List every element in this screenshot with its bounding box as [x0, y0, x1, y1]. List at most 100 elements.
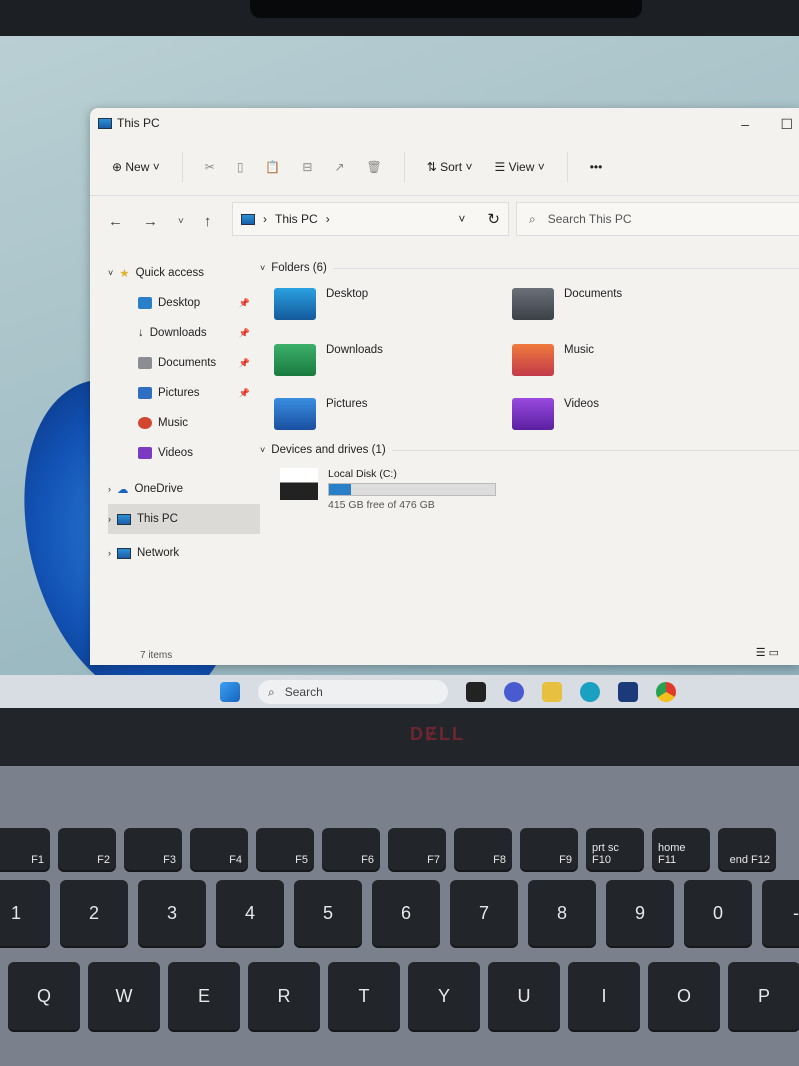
nav-label: Downloads — [149, 327, 207, 339]
key-f2[interactable]: F2 — [58, 828, 116, 870]
new-button[interactable]: ⊕ New ˅ — [112, 160, 160, 174]
key-q[interactable]: Q — [8, 962, 80, 1030]
key-8[interactable]: 8 — [528, 880, 596, 946]
key-1[interactable]: 1 — [0, 880, 50, 946]
share-icon[interactable]: ↗ — [334, 160, 344, 174]
nav-item-network[interactable]: › Network — [108, 538, 260, 568]
key-f7[interactable]: F7 — [388, 828, 446, 870]
key-f9[interactable]: F9 — [520, 828, 578, 870]
key-4[interactable]: 4 — [216, 880, 284, 946]
desktop-folder-icon — [274, 288, 316, 320]
window-title: This PC — [117, 116, 160, 130]
key-e[interactable]: E — [168, 962, 240, 1030]
more-options-button[interactable]: ••• — [590, 160, 603, 174]
file-explorer-icon[interactable] — [542, 682, 562, 702]
folder-desktop[interactable]: Desktop — [274, 288, 368, 320]
nav-label: OneDrive — [134, 483, 184, 495]
nav-item-music[interactable]: Music — [108, 408, 260, 438]
nav-label: Videos — [158, 447, 193, 459]
nav-item-videos[interactable]: Videos — [108, 438, 260, 468]
key-f1[interactable]: F1 — [0, 828, 50, 870]
nav-item-desktop[interactable]: Desktop 📌 — [108, 288, 260, 318]
folder-videos[interactable]: Videos — [512, 398, 599, 430]
key--[interactable]: - — [762, 880, 799, 946]
key-home-f11[interactable]: home F11 — [652, 828, 710, 870]
folder-label: Videos — [564, 398, 599, 410]
chrome-icon[interactable] — [656, 682, 676, 702]
view-button[interactable]: ☰ View ˅ — [494, 160, 544, 174]
key-5[interactable]: 5 — [294, 880, 362, 946]
key-2[interactable]: 2 — [60, 880, 128, 946]
key-prt-sc-f10[interactable]: prt sc F10 — [586, 828, 644, 870]
sort-button[interactable]: ⇅ Sort ˅ — [427, 160, 473, 174]
paste-icon[interactable]: 📋 — [265, 160, 280, 174]
drive-free-space: 415 GB free of 476 GB — [328, 499, 435, 511]
divider — [181, 151, 183, 182]
drives-group-header[interactable]: ˅ Devices and drives (1) — [260, 444, 799, 456]
key-f4[interactable]: F4 — [190, 828, 248, 870]
breadcrumb-this-pc[interactable]: This PC — [275, 212, 318, 226]
key-w[interactable]: W — [88, 962, 160, 1030]
chevron-down-icon[interactable]: ˅ — [458, 212, 465, 226]
maximize-button[interactable]: ☐ — [780, 116, 793, 133]
back-icon[interactable]: ← — [108, 213, 123, 230]
nav-item-this-pc[interactable]: › This PC — [108, 504, 260, 534]
taskbar-search[interactable]: ⌕ Search — [258, 680, 448, 704]
minimize-button[interactable]: – — [741, 116, 749, 132]
key-f6[interactable]: F6 — [322, 828, 380, 870]
cut-icon[interactable]: ✂ — [205, 160, 215, 174]
this-pc-icon — [241, 213, 255, 225]
folder-documents[interactable]: Documents — [512, 288, 622, 320]
start-icon[interactable] — [220, 682, 240, 702]
laptop-top-bezel — [0, 0, 799, 36]
key-u[interactable]: U — [488, 962, 560, 1030]
nav-item-downloads[interactable]: ↓ Downloads 📌 — [108, 318, 260, 348]
folder-pictures[interactable]: Pictures — [274, 398, 368, 430]
key-0[interactable]: 0 — [684, 880, 752, 946]
pin-icon[interactable]: 📌 — [239, 358, 250, 369]
folders-group-header[interactable]: ˅ Folders (6) — [260, 262, 799, 274]
pin-icon[interactable]: 📌 — [239, 388, 250, 399]
forward-icon[interactable]: → — [143, 213, 158, 230]
nav-item-pictures[interactable]: Pictures 📌 — [108, 378, 260, 408]
recent-dropdown-icon[interactable]: ˅ — [178, 216, 184, 227]
pin-icon[interactable]: 📌 — [239, 328, 250, 339]
drive-local-disk-c[interactable]: Local Disk (C:) 415 GB free of 476 GB — [280, 468, 496, 511]
divider — [403, 151, 405, 182]
delete-icon[interactable]: 🗑 — [367, 160, 382, 174]
view-label: View — [508, 159, 535, 174]
teams-chat-icon[interactable] — [504, 682, 524, 702]
pin-icon[interactable]: 📌 — [239, 298, 250, 309]
store-icon[interactable] — [618, 682, 638, 702]
key-r[interactable]: R — [248, 962, 320, 1030]
key-f5[interactable]: F5 — [256, 828, 314, 870]
key-p[interactable]: P — [728, 962, 799, 1030]
key-f3[interactable]: F3 — [124, 828, 182, 870]
address-bar[interactable]: › This PC › ˅ ↻ — [232, 202, 509, 236]
key-9[interactable]: 9 — [606, 880, 674, 946]
key-6[interactable]: 6 — [372, 880, 440, 946]
nav-item-documents[interactable]: Documents 📌 — [108, 348, 260, 378]
key-3[interactable]: 3 — [138, 880, 206, 946]
rename-icon[interactable]: ⊟ — [302, 160, 312, 174]
details-view-icon[interactable]: ☰ ▭ — [756, 646, 779, 659]
edge-icon[interactable] — [580, 682, 600, 702]
copy-icon[interactable]: ▯ — [237, 160, 244, 174]
key-f8[interactable]: F8 — [454, 828, 512, 870]
nav-item-quick-access[interactable]: ˅ ★ Quick access — [108, 258, 260, 288]
folder-downloads[interactable]: Downloads — [274, 344, 383, 376]
key-i[interactable]: I — [568, 962, 640, 1030]
divider — [566, 151, 568, 182]
refresh-icon[interactable]: ↻ — [487, 210, 500, 228]
key-end-f12[interactable]: end F12 — [718, 828, 776, 870]
task-view-icon[interactable] — [466, 682, 486, 702]
folder-music[interactable]: Music — [512, 344, 594, 376]
search-input[interactable]: ⌕ Search This PC — [516, 202, 799, 236]
nav-item-onedrive[interactable]: › ☁ OneDrive — [108, 474, 260, 504]
key-o[interactable]: O — [648, 962, 720, 1030]
key-t[interactable]: T — [328, 962, 400, 1030]
key-y[interactable]: Y — [408, 962, 480, 1030]
up-icon[interactable]: ↑ — [204, 213, 212, 230]
dell-logo: DɆLL — [410, 724, 465, 744]
key-7[interactable]: 7 — [450, 880, 518, 946]
